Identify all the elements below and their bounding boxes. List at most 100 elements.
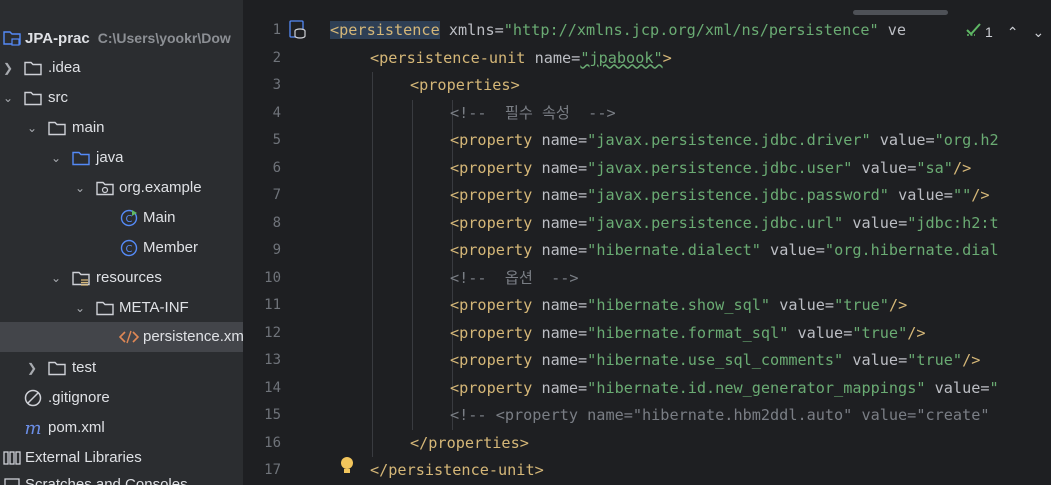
tree-item-label: resources [96,269,162,286]
scratches-icon [2,470,22,485]
check-icon[interactable] [965,22,983,43]
code-line-17: </persistence-unit> [370,461,544,479]
code-line-12: <property name="hibernate.format_sql" va… [450,323,926,342]
line-number: 6 [272,159,281,176]
project-path: C:\Users\yookr\Dow [97,30,231,46]
line-number: 10 [264,269,281,286]
chevron-down-icon[interactable]: ⌄ [74,173,86,203]
tree-item-label: Main [143,209,176,226]
line-number: 14 [264,379,281,396]
indent-guide [412,99,413,430]
chevron-down-icon[interactable]: ⌄ [2,83,14,113]
code-line-13: <property name="hibernate.use_sql_commen… [450,351,981,369]
chevron-down-icon[interactable]: ⌄ [50,263,62,293]
chevron-up-icon[interactable]: ⌃ [1007,24,1019,41]
xml-icon [119,322,139,352]
tree-item-main[interactable]: ⌄ main [0,113,243,143]
line-number: 3 [272,77,281,93]
tree-item-label: Scratches and Consoles [25,476,188,485]
code-line-6: <property name="javax.persistence.jdbc.u… [450,158,972,177]
tree-item-label: persistence.xml [143,328,243,345]
line-number: 9 [272,242,281,258]
folder-icon [47,113,67,143]
inspection-widget[interactable]: 1 ⌃ ⌄ [961,18,1051,46]
chevron-right-icon[interactable]: ❯ [26,353,38,383]
line-number: 7 [272,187,281,203]
code-line-3: <properties> [410,76,520,94]
tree-item-label: Member [143,239,199,256]
chevron-down-icon[interactable]: ⌄ [50,143,62,173]
tree-item-gitignore[interactable]: .gitignore [0,383,243,413]
tree-item-java[interactable]: ⌄ java [0,143,243,173]
project-name: JPA-prac [25,30,90,47]
tree-item-resources[interactable]: ⌄ resources [0,263,243,293]
code-line-15: <!-- <property name="hibernate.hbm2ddl.a… [450,406,990,424]
code-line-10: <!-- 옵션 --> [450,268,579,287]
tree-item-persistence-xml[interactable]: persistence.xml [0,322,243,352]
maven-icon: m [24,417,42,439]
code-line-7: <property name="javax.persistence.jdbc.p… [450,186,990,204]
code-line-8: <property name="javax.persistence.jdbc.u… [450,213,999,232]
tree-item-idea[interactable]: ❯ .idea [0,53,243,83]
line-number: 13 [264,352,281,368]
source-folder-icon [71,143,91,173]
chevron-down-icon[interactable]: ⌄ [1033,24,1045,41]
tree-item-label: org.example [119,179,202,196]
line-number: 15 [264,407,281,423]
tree-item-main-class[interactable]: C Main [0,203,243,233]
code-line-11: <property name="hibernate.show_sql" valu… [450,296,908,314]
tree-item-label: java [96,149,124,166]
code-line-1: <persistence xmlns="http://xmlns.jcp.org… [330,21,907,39]
tree-item-test[interactable]: ❯ test [0,353,243,383]
line-number: 2 [272,49,281,66]
inspection-count: 1 [985,24,993,40]
line-number: 8 [272,214,281,231]
code-editor[interactable]: 1 2 3 4 5 6 7 8 9 10 11 12 13 14 15 16 1… [243,0,1051,485]
tree-item-label: META-INF [119,299,189,316]
chevron-down-icon[interactable]: ⌄ [26,113,38,143]
tree-item-org-example[interactable]: ⌄ org.example [0,173,243,203]
tree-item-label: External Libraries [25,449,142,466]
tree-item-label: pom.xml [48,419,105,436]
tree-item-label: .idea [48,59,81,76]
code-line-14: <property name="hibernate.id.new_generat… [450,378,999,397]
editor-gutter: 1 2 3 4 5 6 7 8 9 10 11 12 13 14 15 16 1… [243,0,353,485]
tree-item-project-root[interactable]: JPA-prac C:\Users\yookr\Dow [0,23,243,53]
svg-text:C: C [126,214,133,225]
svg-text:C: C [126,244,133,255]
indent-guide [372,72,373,457]
tree-item-member-class[interactable]: C Member [0,233,243,263]
tree-item-pom-xml[interactable]: m pom.xml [0,413,243,443]
code-line-16: </properties> [410,433,529,452]
code-line-2: <persistence-unit name="jpabook"> [370,48,672,67]
tree-item-label: src [48,89,68,106]
tree-item-label: test [72,359,97,376]
chevron-right-icon[interactable]: ❯ [2,53,14,83]
tree-item-scratches[interactable]: Scratches and Consoles [0,470,243,485]
gitignore-icon [23,383,43,413]
tree-item-label: .gitignore [48,389,110,406]
folder-icon [47,353,67,383]
module-folder-icon [2,23,22,53]
folder-icon [23,53,43,83]
folder-icon [95,293,115,323]
tree-item-src[interactable]: ⌄ src [0,83,243,113]
tree-item-meta-inf[interactable]: ⌄ META-INF [0,293,243,323]
line-number: 11 [264,297,281,313]
line-number: 16 [264,434,281,451]
code-text-area[interactable]: <persistence xmlns="http://xmlns.jcp.org… [330,0,1051,485]
project-tree-panel: JPA-prac C:\Users\yookr\Dow ❯ .idea ⌄ src… [0,0,243,485]
class-run-icon: C [119,203,139,233]
folder-icon [23,83,43,113]
code-line-9: <property name="hibernate.dialect" value… [450,241,999,259]
tree-item-label: main [72,119,105,136]
code-line-4: <!-- 필수 속성 --> [450,103,616,122]
resources-folder-icon [71,263,91,293]
chevron-down-icon[interactable]: ⌄ [74,293,86,323]
libraries-icon [2,443,22,473]
tree-item-external-libraries[interactable]: External Libraries [0,443,243,473]
class-icon: C [119,233,139,263]
line-number: 5 [272,132,281,148]
database-icon[interactable] [289,20,307,45]
package-icon [95,173,115,203]
